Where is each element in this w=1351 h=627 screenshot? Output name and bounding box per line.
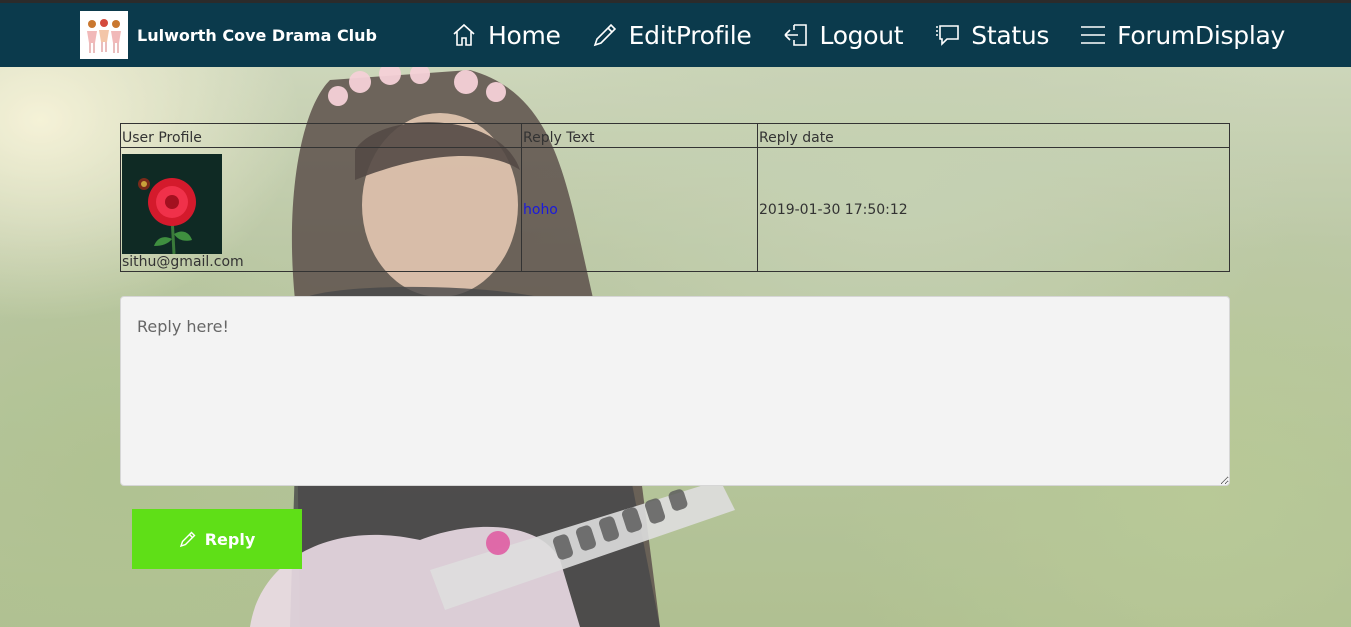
- nav-home-label: Home: [488, 20, 561, 50]
- nav-logout[interactable]: Logout: [782, 21, 904, 50]
- table-row: sithu@gmail.com hoho 2019-01-30 17:50:12: [120, 147, 1230, 272]
- header-reply-date: Reply date: [757, 123, 1230, 148]
- nav-forum-display[interactable]: ForumDisplay: [1079, 21, 1285, 50]
- nav-status[interactable]: Status: [933, 21, 1049, 50]
- reply-input[interactable]: [120, 296, 1230, 486]
- reply-date-cell: 2019-01-30 17:50:12: [757, 147, 1230, 272]
- reply-text: hoho: [523, 201, 558, 218]
- pencil-icon: [593, 23, 616, 47]
- reply-text-cell: hoho: [521, 147, 758, 272]
- avatar: [122, 154, 222, 254]
- nav-edit-profile-label: EditProfile: [628, 20, 752, 50]
- nav-home[interactable]: Home: [450, 21, 561, 50]
- brand[interactable]: Lulworth Cove Drama Club: [80, 11, 377, 59]
- drama-club-logo: [80, 11, 128, 59]
- table-header-row: User Profile Reply Text Reply date: [120, 123, 1230, 148]
- user-profile-cell: sithu@gmail.com: [120, 147, 522, 272]
- home-icon: [453, 23, 475, 46]
- user-email: sithu@gmail.com: [122, 254, 244, 270]
- reply-button-label: Reply: [204, 529, 256, 549]
- replies-table: User Profile Reply Text Reply date sithu…: [120, 123, 1230, 272]
- header-reply-text: Reply Text: [521, 123, 758, 148]
- header-user-profile: User Profile: [120, 123, 522, 148]
- menu-icon: [1081, 26, 1106, 44]
- nav-logout-label: Logout: [819, 20, 904, 50]
- comment-icon: [936, 25, 960, 46]
- logout-icon: [783, 24, 807, 46]
- pencil-icon: [179, 531, 196, 548]
- brand-name: Lulworth Cove Drama Club: [137, 25, 378, 45]
- nav-edit-profile[interactable]: EditProfile: [591, 21, 752, 50]
- nav-links: Home EditProfile Logout Status ForumDisp…: [450, 3, 1315, 67]
- top-navbar: Lulworth Cove Drama Club Home EditProfil…: [0, 3, 1351, 67]
- main-content: User Profile Reply Text Reply date sithu…: [120, 123, 1230, 272]
- nav-status-label: Status: [971, 20, 1050, 50]
- nav-forum-display-label: ForumDisplay: [1117, 20, 1285, 50]
- reply-button[interactable]: Reply: [132, 509, 302, 569]
